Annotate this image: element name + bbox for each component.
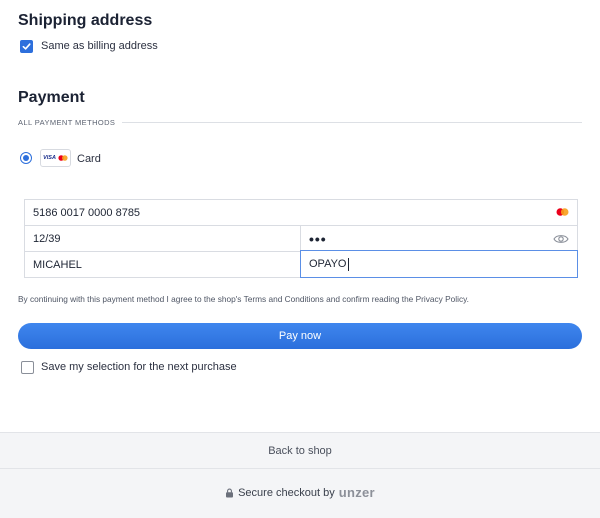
first-name-value: MICAHEL: [33, 258, 82, 271]
lock-icon: [226, 488, 234, 497]
pay-now-button[interactable]: Pay now: [18, 323, 582, 349]
card-form: 5186 0017 0000 8785 12/39 ••• MICAHEL OP…: [24, 199, 578, 278]
eye-icon[interactable]: [553, 233, 569, 245]
save-selection-checkbox[interactable]: [21, 361, 34, 374]
terms-text: By continuing with this payment method I…: [18, 294, 469, 304]
shipping-title: Shipping address: [18, 12, 153, 29]
cvc-value: •••: [309, 230, 327, 247]
card-number-field[interactable]: 5186 0017 0000 8785: [24, 199, 578, 226]
expiry-value: 12/39: [33, 232, 61, 245]
divider: [122, 122, 582, 123]
mastercard-icon: [556, 208, 569, 216]
card-brands-icon: VISA: [40, 149, 71, 167]
unzer-logo: unzer: [338, 485, 375, 500]
mastercard-mini-icon: [58, 155, 68, 161]
card-method-label[interactable]: Card: [77, 153, 101, 165]
checkmark-icon: [22, 43, 31, 50]
secure-checkout: Secure checkout by unzer: [0, 485, 600, 500]
expiry-field[interactable]: 12/39: [24, 225, 301, 252]
footer: Back to shop Secure checkout by unzer: [0, 432, 600, 518]
payment-title: Payment: [18, 89, 85, 106]
secure-checkout-label: Secure checkout by: [238, 486, 335, 499]
first-name-field[interactable]: MICAHEL: [24, 251, 301, 278]
back-to-shop-link[interactable]: Back to shop: [0, 433, 600, 469]
text-caret: [347, 257, 349, 271]
last-name-field[interactable]: OPAYO: [300, 250, 578, 278]
cvc-field[interactable]: •••: [300, 225, 578, 252]
same-as-billing-checkbox[interactable]: [20, 40, 33, 53]
save-selection-label[interactable]: Save my selection for the next purchase: [41, 361, 237, 373]
last-name-value: OPAYO: [309, 258, 347, 270]
radio-dot: [23, 155, 29, 161]
visa-logo-text: VISA: [43, 155, 56, 161]
card-radio[interactable]: [20, 152, 32, 164]
checkout-main: Shipping address Same as billing address…: [0, 0, 600, 432]
card-number-value: 5186 0017 0000 8785: [33, 206, 141, 219]
same-as-billing-label[interactable]: Same as billing address: [41, 40, 158, 52]
payment-methods-label: ALL PAYMENT METHODS: [18, 118, 116, 127]
